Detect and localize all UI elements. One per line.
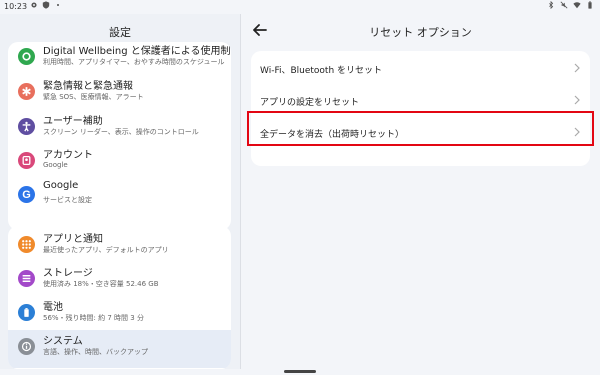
emergency-icon (18, 83, 35, 100)
shield-icon (42, 1, 50, 9)
reset-options-card: Wi-Fi、Bluetooth をリセット アプリの設定をリセット 全データを消… (251, 51, 590, 166)
settings-item-subtitle: Google (43, 161, 68, 169)
status-time: 10:23 (4, 2, 28, 11)
settings-item-emergency[interactable]: 緊急情報と緊急通報 緊急 SOS、医療情報、アラート (8, 75, 231, 109)
status-bar: 10:23 (0, 0, 600, 14)
system-info-icon (18, 338, 35, 355)
battery-status-icon (588, 1, 592, 9)
home-gesture-handle[interactable] (284, 370, 316, 373)
option-label: Wi-Fi、Bluetooth をリセット (260, 66, 383, 76)
settings-group-1: Digital Wellbeing と保護者による使用制限 利用時間、アプリタイ… (8, 42, 231, 230)
settings-item-accounts[interactable]: アカウント Google (8, 144, 231, 178)
bluetooth-icon (549, 1, 554, 9)
settings-title: 設定 (109, 26, 131, 39)
settings-item-accessibility[interactable]: ユーザー補助 スクリーン リーダー、表示、操作のコントロール (8, 110, 231, 144)
settings-list-pane: 設定 Digital Wellbeing と保護者による使用制限 利用時間、アプ… (0, 14, 240, 369)
settings-item-title: Digital Wellbeing と保護者による使用制限 (43, 46, 231, 57)
chevron-right-icon (574, 63, 580, 73)
mute-icon (560, 1, 568, 9)
wifi-icon (573, 2, 581, 9)
dot-icon (56, 3, 60, 7)
settings-item-title: 電池 (43, 302, 63, 313)
settings-item-subtitle: 56%・残り時間: 約 7 時間 3 分 (43, 314, 144, 322)
settings-item-subtitle: 最近使ったアプリ、デフォルトのアプリ (43, 246, 169, 254)
reset-wifi-bluetooth-option[interactable]: Wi-Fi、Bluetooth をリセット (251, 53, 590, 85)
settings-item-subtitle: 緊急 SOS、医療情報、アラート (43, 93, 144, 101)
battery-icon (18, 304, 35, 321)
settings-item-title: Google (43, 180, 79, 191)
settings-gear-icon (31, 2, 37, 8)
navigation-bar (0, 369, 600, 375)
chevron-right-icon (574, 95, 580, 105)
settings-item-system[interactable]: システム 言語、操作、時間、バックアップ (8, 330, 231, 368)
settings-item-subtitle: 利用時間、アプリタイマー、おやすみ時間のスケジュール (43, 58, 225, 66)
wellbeing-icon (18, 48, 35, 65)
page-title: リセット オプション (369, 26, 472, 39)
option-label: アプリの設定をリセット (260, 98, 360, 108)
settings-item-title: システム (43, 336, 83, 347)
settings-item-title: ユーザー補助 (43, 116, 103, 127)
settings-item-title: アカウント (43, 150, 93, 161)
settings-item-subtitle: 言語、操作、時間、バックアップ (43, 348, 148, 356)
accessibility-icon (18, 118, 35, 135)
google-icon: G (18, 186, 35, 203)
account-icon (18, 152, 35, 169)
settings-item-battery[interactable]: 電池 56%・残り時間: 約 7 時間 3 分 (8, 296, 231, 330)
settings-item-subtitle: 使用済み 18%・空き容量 52.46 GB (43, 280, 159, 288)
settings-item-google[interactable]: G Google サービスと設定 (8, 178, 231, 212)
settings-item-storage[interactable]: ストレージ 使用済み 18%・空き容量 52.46 GB (8, 262, 231, 296)
storage-icon (18, 270, 35, 287)
settings-item-apps[interactable]: アプリと通知 最近使ったアプリ、デフォルトのアプリ (8, 228, 231, 262)
apps-icon (18, 236, 35, 253)
settings-item-title: ストレージ (43, 268, 93, 279)
highlight-box (247, 111, 594, 146)
reset-options-pane: リセット オプション Wi-Fi、Bluetooth をリセット アプリの設定を… (241, 14, 600, 369)
settings-item-subtitle: サービスと設定 (43, 196, 92, 204)
settings-item-digital-wellbeing[interactable]: Digital Wellbeing と保護者による使用制限 利用時間、アプリタイ… (8, 42, 231, 74)
settings-item-title: アプリと通知 (43, 234, 103, 245)
settings-group-2: アプリと通知 最近使ったアプリ、デフォルトのアプリ ストレージ 使用済み 18%… (8, 226, 231, 369)
settings-item-title: 緊急情報と緊急通報 (43, 81, 133, 92)
settings-item-subtitle: スクリーン リーダー、表示、操作のコントロール (43, 128, 199, 136)
